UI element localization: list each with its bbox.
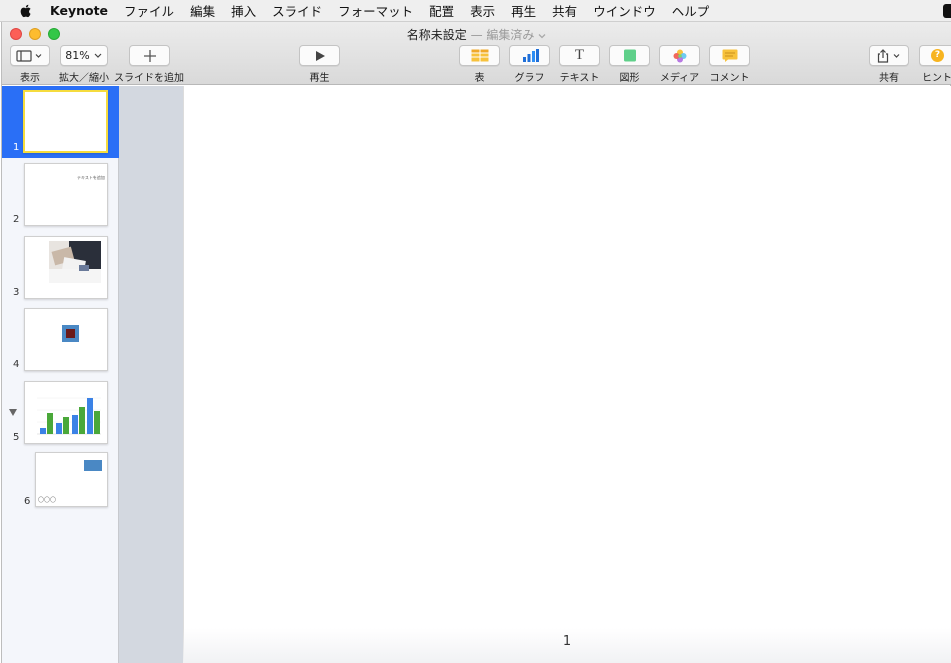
- menu-help[interactable]: ヘルプ: [664, 1, 718, 20]
- play-button[interactable]: [299, 45, 340, 66]
- menu-edit[interactable]: 編集: [182, 1, 223, 20]
- table-button[interactable]: [459, 45, 500, 66]
- table-icon: [471, 49, 488, 62]
- menu-app-name[interactable]: Keynote: [50, 3, 116, 18]
- menu-slide[interactable]: スライド: [264, 1, 330, 20]
- chart-label: グラフ: [514, 73, 545, 84]
- slide-page-number: 1: [562, 634, 572, 649]
- text-icon: T: [574, 47, 585, 63]
- media-icon: [673, 49, 686, 62]
- slide-thumbnail-1[interactable]: [23, 90, 108, 153]
- slide-number-3: 3: [13, 287, 20, 298]
- shape-button[interactable]: [609, 45, 650, 66]
- slide-thumbnail-2[interactable]: テキストを追加: [24, 163, 108, 226]
- slide-6-text: 〇〇〇: [38, 497, 57, 504]
- share-icon: [877, 48, 900, 63]
- shape-label: 図形: [619, 73, 640, 84]
- slide-5-chart: [37, 397, 101, 435]
- add-slide-label: スライドを追加: [114, 73, 184, 84]
- document-title[interactable]: 名称未設定 — 編集済み: [2, 26, 951, 43]
- slide-number-1: 1: [13, 142, 20, 153]
- comment-button[interactable]: [709, 45, 750, 66]
- slide-thumbnail-6[interactable]: 〇〇〇: [35, 452, 108, 507]
- menu-play[interactable]: 再生: [503, 1, 544, 20]
- slide-3-photo: [49, 241, 101, 283]
- keynote-window: 名称未設定 — 編集済み 表示 81% 拡大／縮小 スライドを追加 再生 表 グ…: [1, 22, 951, 663]
- add-slide-button[interactable]: [129, 45, 170, 66]
- comment-label: コメント: [709, 73, 750, 84]
- menu-view[interactable]: 表示: [462, 1, 503, 20]
- zoom-label: 拡大／縮小: [59, 73, 109, 84]
- slide-number-6: 6: [24, 496, 31, 507]
- canvas-gutter: [119, 86, 183, 663]
- view-button[interactable]: [10, 45, 50, 66]
- zoom-select[interactable]: 81%: [60, 45, 108, 66]
- slide-thumbnail-3[interactable]: [24, 236, 108, 299]
- slide-thumbnail-5[interactable]: [24, 381, 108, 444]
- shape-icon: [623, 49, 636, 62]
- disclosure-triangle-icon[interactable]: [9, 409, 17, 416]
- menu-file[interactable]: ファイル: [116, 1, 182, 20]
- slide-navigator: 1 2 テキストを追加 3 4 5 6 〇〇〇: [2, 86, 119, 663]
- text-label: テキスト: [559, 73, 600, 84]
- sidebar-view-icon: [16, 49, 42, 62]
- chevron-down-icon: [94, 53, 102, 58]
- play-icon: [315, 50, 325, 61]
- slide-4-shape: [62, 325, 79, 342]
- share-button[interactable]: [869, 45, 909, 66]
- view-label: 表示: [20, 73, 40, 84]
- slide-number-4: 4: [13, 359, 20, 370]
- menu-insert[interactable]: 挿入: [223, 1, 264, 20]
- text-button[interactable]: T: [559, 45, 600, 66]
- hint-label: ヒント: [922, 73, 951, 84]
- menu-bar: Keynote ファイル 編集 挿入 スライド フォーマット 配置 表示 再生 …: [0, 0, 951, 22]
- menu-format[interactable]: フォーマット: [330, 1, 421, 20]
- chart-button[interactable]: [509, 45, 550, 66]
- slide-number-5: 5: [13, 432, 20, 443]
- document-name: 名称未設定: [406, 28, 467, 42]
- status-menu-icon[interactable]: [943, 4, 951, 18]
- slide-canvas[interactable]: [183, 86, 951, 663]
- menu-share[interactable]: 共有: [544, 1, 585, 20]
- slide-thumbnail-4[interactable]: [24, 308, 108, 371]
- chevron-down-icon: [538, 34, 546, 39]
- chart-icon: [522, 49, 539, 62]
- toolbar: 名称未設定 — 編集済み 表示 81% 拡大／縮小 スライドを追加 再生 表 グ…: [2, 22, 951, 85]
- comment-icon: [722, 49, 737, 62]
- menu-window[interactable]: ウインドウ: [585, 1, 664, 20]
- menu-arrange[interactable]: 配置: [421, 1, 462, 20]
- apple-logo-icon[interactable]: [18, 3, 34, 19]
- table-label: 表: [474, 73, 485, 84]
- slide-6-shape: [84, 460, 102, 471]
- share-label: 共有: [879, 73, 899, 84]
- slide-2-text: テキストを追加: [77, 175, 105, 180]
- slide-number-2: 2: [13, 214, 20, 225]
- hint-icon: ?: [931, 49, 944, 62]
- media-button[interactable]: [659, 45, 700, 66]
- hint-button[interactable]: ?: [919, 45, 951, 66]
- media-label: メディア: [659, 73, 700, 84]
- document-status: — 編集済み: [470, 28, 535, 42]
- play-label: 再生: [309, 73, 330, 84]
- zoom-value: 81%: [65, 49, 90, 62]
- plus-icon: [143, 49, 156, 62]
